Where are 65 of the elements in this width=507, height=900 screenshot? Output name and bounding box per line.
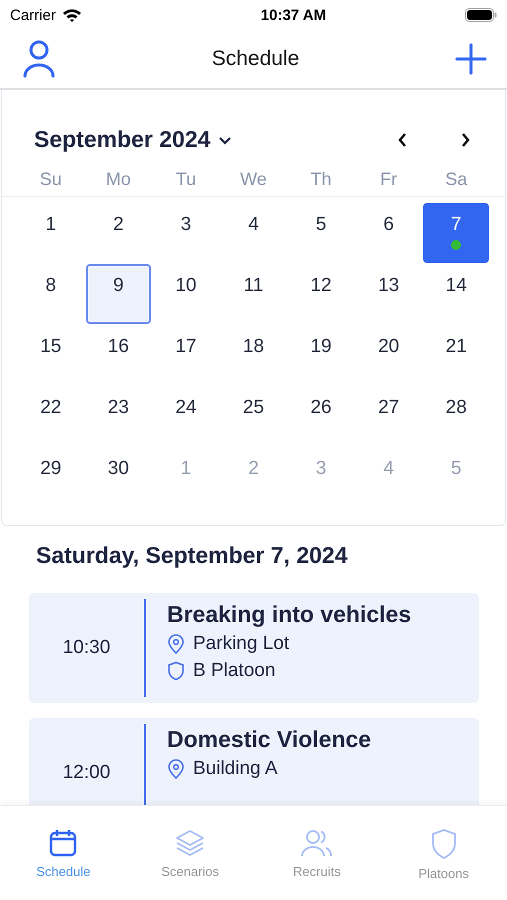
calendar-day[interactable]: 11 (220, 264, 286, 324)
calendar-day[interactable]: 5 (288, 203, 354, 263)
calendar-day[interactable]: 17 (153, 325, 219, 385)
calendar-day[interactable]: 3 (153, 203, 219, 263)
calendar-day[interactable]: 9 (86, 264, 152, 324)
session-card[interactable]: 12:00 Domestic Violence Building A (29, 718, 479, 805)
calendar-day[interactable]: 1 (18, 203, 84, 263)
calendar-day[interactable]: 13 (356, 264, 422, 324)
session-platoon: B Platoon (193, 660, 276, 682)
calendar-day[interactable]: 25 (220, 386, 286, 446)
calendar-day[interactable]: 7 (423, 203, 489, 263)
session-title: Breaking into vehicles (167, 601, 412, 628)
carrier-name: Carrier (10, 6, 56, 24)
calendar-day[interactable]: 4 (220, 203, 286, 263)
calendar-day[interactable]: 10 (153, 264, 219, 324)
calendar-day[interactable]: 22 (18, 386, 84, 446)
calendar-day[interactable]: 19 (288, 325, 354, 385)
layers-icon (174, 828, 206, 858)
calendar-day[interactable]: 21 (423, 325, 489, 385)
calendar-day[interactable]: 26 (288, 386, 354, 446)
calendar-day[interactable]: 2 (86, 203, 152, 263)
people-icon (300, 828, 334, 858)
calendar-day[interactable]: 20 (356, 325, 422, 385)
profile-icon[interactable] (22, 40, 56, 78)
weekday-label: Sa (444, 169, 468, 190)
calendar-icon (48, 828, 78, 858)
calendar-day[interactable]: 16 (86, 325, 152, 385)
location-pin-icon (167, 634, 185, 654)
calendar-day[interactable]: 6 (356, 203, 422, 263)
session-location: Parking Lot (193, 633, 290, 655)
next-month-icon[interactable] (459, 132, 471, 148)
calendar-day[interactable]: 12 (288, 264, 354, 324)
calendar-day[interactable]: 15 (18, 325, 84, 385)
weekday-label: We (239, 169, 268, 190)
session-title: Domestic Violence (167, 726, 372, 753)
calendar-day[interactable]: 30 (86, 447, 152, 507)
calendar-day[interactable]: 23 (86, 386, 152, 446)
previous-month-icon[interactable] (397, 132, 409, 148)
add-icon[interactable] (454, 43, 487, 75)
calendar-day[interactable]: 24 (153, 386, 219, 446)
screen-title: Schedule (212, 47, 300, 71)
weekday-label: Fr (379, 169, 398, 190)
shield-icon (430, 828, 458, 860)
weekday-label: Tu (174, 169, 198, 190)
status-time: 10:37 AM (260, 6, 326, 24)
month-title[interactable]: September 2024 (34, 126, 210, 153)
calendar-day[interactable]: 18 (220, 325, 286, 385)
day-heading: Saturday, September 7, 2024 (35, 541, 348, 570)
weekday-label: Mo (104, 169, 132, 190)
chevron-down-icon[interactable] (218, 134, 232, 144)
session-time: 12:00 (62, 761, 112, 785)
location-pin-icon (167, 759, 185, 779)
session-card[interactable]: 10:30 Breaking into vehicles Parking Lot B Platoon (29, 593, 479, 703)
calendar-day[interactable]: 8 (18, 264, 84, 324)
battery-icon (465, 8, 497, 22)
calendar-day[interactable]: 27 (356, 386, 422, 446)
weekday-label: Th (310, 169, 333, 190)
shield-icon (167, 661, 185, 681)
calendar-day[interactable]: 14 (423, 264, 489, 324)
wifi-icon (62, 8, 82, 22)
weekday-label: Su (38, 169, 63, 190)
session-location: Building A (193, 758, 278, 780)
calendar-day[interactable]: 28 (423, 386, 489, 446)
calendar-day[interactable]: 29 (18, 447, 84, 507)
session-time: 10:30 (62, 636, 112, 660)
